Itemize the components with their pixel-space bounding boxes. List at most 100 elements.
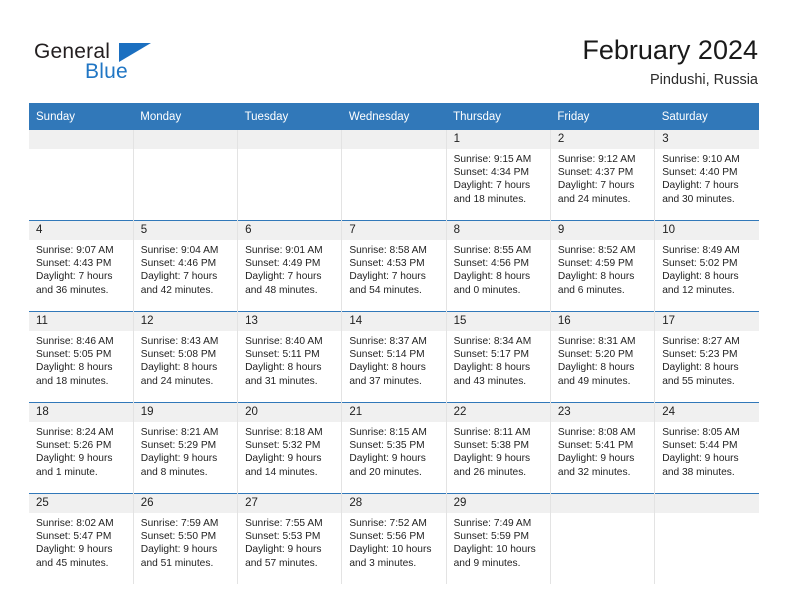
daylight-text-line1: Daylight: 9 hours [662,453,739,465]
day-details: Sunrise: 7:55 AM Sunset: 5:53 PM Dayligh… [238,513,341,570]
day-cell[interactable]: 26 Sunrise: 7:59 AM Sunset: 5:50 PM Dayl… [132,493,239,584]
sunset-text: Sunset: 4:53 PM [349,258,425,270]
daylight-text-line1: Daylight: 8 hours [140,362,218,374]
daylight-text-line1: Daylight: 9 hours [245,453,322,465]
daylight-text-line2: and 30 minutes. [662,193,735,205]
calendar-table: Sunday Monday Tuesday Wednesday Thursday… [29,103,759,584]
day-cell[interactable]: 14 Sunrise: 8:37 AM Sunset: 5:14 PM Dayl… [341,311,447,403]
calendar-page: General Blue February 2024 Pindushi, Rus… [0,0,792,612]
daylight-text-line2: and 14 minutes. [245,466,318,478]
weekday-header-monday: Monday [133,103,238,130]
sunset-text: Sunset: 4:56 PM [453,258,529,270]
weekday-header-row: Sunday Monday Tuesday Wednesday Thursday… [29,103,759,130]
weekday-header-friday: Friday [550,103,655,130]
daylight-text-line1: Daylight: 7 hours [662,180,739,192]
day-cell[interactable] [29,130,134,221]
day-cell[interactable]: 29 Sunrise: 7:49 AM Sunset: 5:59 PM Dayl… [445,493,551,584]
day-cell[interactable]: 13 Sunrise: 8:40 AM Sunset: 5:11 PM Dayl… [237,311,343,403]
day-cell[interactable]: 17 Sunrise: 8:27 AM Sunset: 5:23 PM Dayl… [654,311,759,403]
day-cell[interactable]: 8 Sunrise: 8:55 AM Sunset: 4:56 PM Dayli… [445,220,551,312]
calendar-week-row: 18 Sunrise: 8:24 AM Sunset: 5:26 PM Dayl… [29,402,759,494]
day-cell[interactable]: 7 Sunrise: 8:58 AM Sunset: 4:53 PM Dayli… [341,220,447,312]
day-cell[interactable]: 2 Sunrise: 9:12 AM Sunset: 4:37 PM Dayli… [549,130,656,221]
daylight-text-line2: and 48 minutes. [245,284,318,296]
day-cell[interactable]: 5 Sunrise: 9:04 AM Sunset: 4:46 PM Dayli… [132,220,239,312]
day-cell[interactable]: 19 Sunrise: 8:21 AM Sunset: 5:29 PM Dayl… [132,402,239,494]
daylight-text-line1: Daylight: 10 hours [349,544,432,556]
sunset-text: Sunset: 4:59 PM [557,258,634,270]
day-number [655,494,759,513]
sunrise-text: Sunrise: 7:49 AM [453,518,532,529]
day-cell[interactable]: 12 Sunrise: 8:43 AM Sunset: 5:08 PM Dayl… [132,311,239,403]
day-cell[interactable]: 3 Sunrise: 9:10 AM Sunset: 4:40 PM Dayli… [654,130,759,221]
day-number: 13 [238,312,342,331]
day-cell[interactable]: 27 Sunrise: 7:55 AM Sunset: 5:53 PM Dayl… [237,493,343,584]
day-cell[interactable]: 18 Sunrise: 8:24 AM Sunset: 5:26 PM Dayl… [29,402,134,494]
sunrise-text: Sunrise: 8:34 AM [453,336,532,347]
day-cell[interactable]: 23 Sunrise: 8:08 AM Sunset: 5:41 PM Dayl… [549,402,656,494]
day-cell[interactable]: 16 Sunrise: 8:31 AM Sunset: 5:20 PM Dayl… [549,311,656,403]
day-details [551,513,654,517]
day-cell[interactable]: 4 Sunrise: 9:07 AM Sunset: 4:43 PM Dayli… [29,220,134,312]
sunrise-text: Sunrise: 8:11 AM [453,427,531,438]
daylight-text-line1: Daylight: 8 hours [662,271,739,283]
daylight-text-line2: and 24 minutes. [140,375,214,387]
day-number: 24 [655,403,759,422]
sunset-text: Sunset: 5:20 PM [557,349,634,361]
calendar-week-row: 11 Sunrise: 8:46 AM Sunset: 5:05 PM Dayl… [29,311,759,403]
sunrise-text: Sunrise: 8:49 AM [662,245,740,256]
day-cell[interactable]: 25 Sunrise: 8:02 AM Sunset: 5:47 PM Dayl… [29,493,134,584]
day-cell[interactable]: 20 Sunrise: 8:18 AM Sunset: 5:32 PM Dayl… [237,402,343,494]
daylight-text-line2: and 55 minutes. [662,375,735,387]
weekday-header-saturday: Saturday [654,103,759,130]
sunrise-text: Sunrise: 9:12 AM [557,154,636,165]
day-cell[interactable]: 28 Sunrise: 7:52 AM Sunset: 5:56 PM Dayl… [341,493,447,584]
general-blue-logo[interactable]: General Blue [34,40,234,88]
day-cell[interactable]: 15 Sunrise: 8:34 AM Sunset: 5:17 PM Dayl… [445,311,551,403]
logo-text-blue: Blue [85,60,128,83]
day-cell[interactable]: 9 Sunrise: 8:52 AM Sunset: 4:59 PM Dayli… [549,220,656,312]
sunset-text: Sunset: 5:14 PM [349,349,425,361]
day-details: Sunrise: 8:37 AM Sunset: 5:14 PM Dayligh… [342,331,445,388]
day-number: 25 [29,494,133,513]
sunrise-text: Sunrise: 8:31 AM [557,336,636,347]
day-number: 1 [446,130,550,149]
day-cell[interactable]: 21 Sunrise: 8:15 AM Sunset: 5:35 PM Dayl… [341,402,447,494]
daylight-text-line1: Daylight: 8 hours [662,362,739,374]
day-cell[interactable] [549,493,656,584]
day-cell[interactable] [132,130,239,221]
daylight-text-line2: and 6 minutes. [557,284,625,296]
sunset-text: Sunset: 5:02 PM [662,258,738,270]
day-cell[interactable] [654,493,759,584]
sunset-text: Sunset: 4:49 PM [245,258,321,270]
day-number: 3 [655,130,759,149]
daylight-text-line1: Daylight: 8 hours [245,362,322,374]
day-details: Sunrise: 8:46 AM Sunset: 5:05 PM Dayligh… [29,331,133,388]
day-cell[interactable] [341,130,447,221]
day-number [133,130,238,149]
day-cell[interactable] [237,130,343,221]
day-details: Sunrise: 8:58 AM Sunset: 4:53 PM Dayligh… [342,240,445,297]
day-number: 10 [655,221,759,240]
day-cell[interactable]: 22 Sunrise: 8:11 AM Sunset: 5:38 PM Dayl… [445,402,551,494]
sunrise-text: Sunrise: 8:02 AM [36,518,114,529]
day-number: 15 [446,312,550,331]
day-details: Sunrise: 9:07 AM Sunset: 4:43 PM Dayligh… [29,240,133,297]
day-details: Sunrise: 8:43 AM Sunset: 5:08 PM Dayligh… [134,331,237,388]
sunset-text: Sunset: 5:44 PM [662,440,738,452]
day-cell[interactable]: 10 Sunrise: 8:49 AM Sunset: 5:02 PM Dayl… [654,220,759,312]
day-cell[interactable]: 1 Sunrise: 9:15 AM Sunset: 4:34 PM Dayli… [445,130,551,221]
sunset-text: Sunset: 4:34 PM [453,167,529,179]
day-number: 2 [550,130,655,149]
sunset-text: Sunset: 5:29 PM [140,440,217,452]
day-cell[interactable]: 11 Sunrise: 8:46 AM Sunset: 5:05 PM Dayl… [29,311,134,403]
sunset-text: Sunset: 4:40 PM [662,167,738,179]
day-number: 16 [550,312,655,331]
daylight-text-line2: and 8 minutes. [140,466,208,478]
daylight-text-line2: and 12 minutes. [662,284,735,296]
day-details: Sunrise: 7:49 AM Sunset: 5:59 PM Dayligh… [447,513,550,570]
day-number: 26 [133,494,238,513]
day-cell[interactable]: 24 Sunrise: 8:05 AM Sunset: 5:44 PM Dayl… [654,402,759,494]
calendar-week-row: 1 Sunrise: 9:15 AM Sunset: 4:34 PM Dayli… [29,130,759,221]
day-cell[interactable]: 6 Sunrise: 9:01 AM Sunset: 4:49 PM Dayli… [237,220,343,312]
